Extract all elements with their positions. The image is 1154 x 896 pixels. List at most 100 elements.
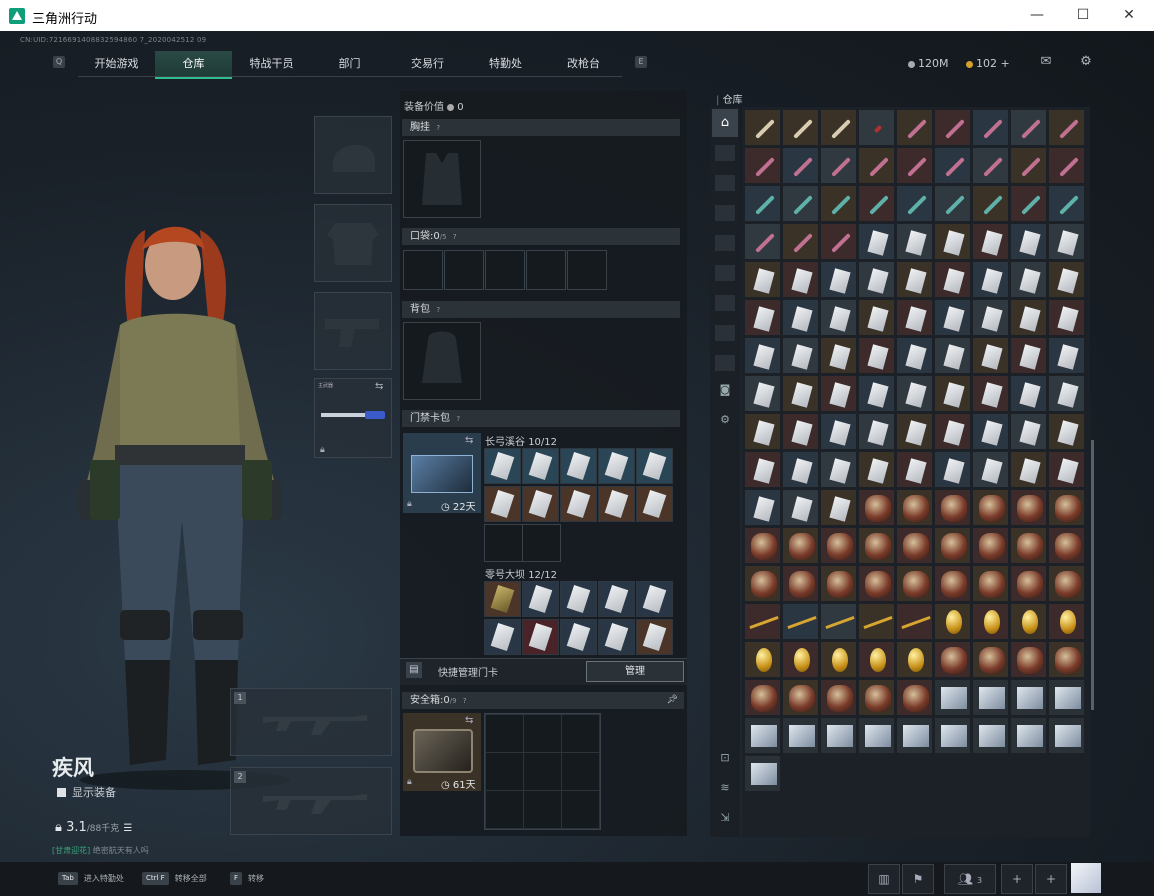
warehouse-item-slot[interactable] <box>1048 527 1085 564</box>
warehouse-item-slot[interactable] <box>896 185 933 222</box>
keycard-slot[interactable] <box>636 448 673 484</box>
keycard-empty-slot[interactable] <box>484 524 523 562</box>
warehouse-item-slot[interactable] <box>1048 413 1085 450</box>
warehouse-item-slot[interactable] <box>934 451 971 488</box>
warehouse-item-slot[interactable] <box>972 451 1009 488</box>
warehouse-item-slot[interactable] <box>820 489 857 526</box>
warehouse-item-slot[interactable] <box>782 375 819 412</box>
warehouse-item-slot[interactable] <box>744 641 781 678</box>
pocket-slot-4[interactable] <box>526 250 566 290</box>
pin-icon[interactable]: 📌︎ <box>667 692 678 709</box>
warehouse-item-slot[interactable] <box>1010 337 1047 374</box>
pocket-slot-5[interactable] <box>567 250 607 290</box>
warehouse-item-slot[interactable] <box>934 147 971 184</box>
warehouse-item-slot[interactable] <box>782 717 819 754</box>
warehouse-item-slot[interactable] <box>1048 451 1085 488</box>
warehouse-item-slot[interactable] <box>744 109 781 146</box>
warehouse-item-slot[interactable] <box>858 565 895 602</box>
keycard-slot[interactable] <box>484 448 521 484</box>
warehouse-item-slot[interactable] <box>972 413 1009 450</box>
hint-transfer-all[interactable]: Ctrl F 转移全部 <box>142 868 207 890</box>
category-tab-icon[interactable] <box>715 205 735 221</box>
keycard-slot[interactable] <box>484 619 521 655</box>
tab-department[interactable]: 部门 <box>311 51 388 77</box>
warehouse-item-slot[interactable] <box>744 755 781 792</box>
tab-trading[interactable]: 交易行 <box>389 51 466 77</box>
warehouse-item-slot[interactable] <box>744 527 781 564</box>
warehouse-item-slot[interactable] <box>972 147 1009 184</box>
tab-gunsmith[interactable]: 改枪台 <box>545 51 622 77</box>
category-tab-icon[interactable] <box>715 325 735 341</box>
warehouse-item-slot[interactable] <box>1010 223 1047 260</box>
warehouse-item-slot[interactable] <box>934 223 971 260</box>
warehouse-item-slot[interactable] <box>896 603 933 640</box>
warehouse-item-slot[interactable] <box>782 413 819 450</box>
chest-rig-slot[interactable] <box>403 140 481 218</box>
warehouse-item-slot[interactable] <box>972 527 1009 564</box>
warehouse-item-slot[interactable] <box>858 679 895 716</box>
warehouse-item-slot[interactable] <box>1048 375 1085 412</box>
warehouse-item-slot[interactable] <box>1010 717 1047 754</box>
warehouse-item-slot[interactable] <box>782 603 819 640</box>
warehouse-item-slot[interactable] <box>744 223 781 260</box>
warehouse-item-slot[interactable] <box>782 451 819 488</box>
warehouse-item-slot[interactable] <box>972 603 1009 640</box>
keycard-slot[interactable] <box>598 619 635 655</box>
keycard-slot[interactable] <box>522 619 559 655</box>
safebox-item[interactable]: ⇆ 🔒︎ ◷ 61天 <box>403 713 481 791</box>
tab-operators[interactable]: 特战干员 <box>233 51 310 77</box>
melee-weapon-slot[interactable]: 主武器 ⇆ 🔒︎ <box>314 378 392 458</box>
warehouse-item-slot[interactable] <box>1048 679 1085 716</box>
warehouse-item-slot[interactable] <box>972 337 1009 374</box>
warehouse-item-slot[interactable] <box>858 223 895 260</box>
warehouse-item-slot[interactable] <box>820 565 857 602</box>
warehouse-item-slot[interactable] <box>782 147 819 184</box>
warehouse-item-slot[interactable] <box>896 109 933 146</box>
pocket-slot-3[interactable] <box>485 250 525 290</box>
warehouse-item-slot[interactable] <box>820 679 857 716</box>
warehouse-item-slot[interactable] <box>1010 147 1047 184</box>
keycard-slot[interactable] <box>598 486 635 522</box>
warehouse-item-slot[interactable] <box>820 527 857 564</box>
warehouse-item-slot[interactable] <box>1048 603 1085 640</box>
tab-special-service[interactable]: 特勤处 <box>467 51 544 77</box>
mail-icon[interactable]: ✉ <box>1038 54 1054 70</box>
warehouse-item-slot[interactable] <box>1010 527 1047 564</box>
warehouse-item-slot[interactable] <box>972 261 1009 298</box>
help-icon[interactable]: ? <box>450 232 460 242</box>
manage-button[interactable]: 管理 <box>586 661 684 682</box>
warehouse-item-slot[interactable] <box>1010 299 1047 336</box>
nav-left-key[interactable]: Q <box>53 56 65 68</box>
hint-transfer[interactable]: F 转移 <box>230 868 264 890</box>
minimize-button[interactable]: — <box>1014 0 1060 31</box>
flag-icon[interactable]: ⚑ <box>902 864 934 894</box>
transfer-icon[interactable]: ⇲ <box>715 811 735 827</box>
keycard-slot[interactable] <box>522 448 559 484</box>
help-icon[interactable]: ? <box>453 414 463 424</box>
keycard-slot[interactable] <box>560 448 597 484</box>
warehouse-item-slot[interactable] <box>1048 299 1085 336</box>
warehouse-item-slot[interactable] <box>744 147 781 184</box>
backpack-slot[interactable] <box>403 322 481 400</box>
warehouse-item-slot[interactable] <box>934 565 971 602</box>
primary-weapon-slot-2[interactable]: 2 <box>230 767 392 835</box>
keycard-slot[interactable] <box>560 619 597 655</box>
warehouse-item-slot[interactable] <box>858 261 895 298</box>
warehouse-item-slot[interactable] <box>1010 565 1047 602</box>
keycard-slot[interactable] <box>522 486 559 522</box>
warehouse-item-slot[interactable] <box>1048 147 1085 184</box>
warehouse-item-slot[interactable] <box>858 185 895 222</box>
warehouse-item-slot[interactable] <box>744 451 781 488</box>
show-gear-checkbox[interactable] <box>57 788 66 797</box>
tab-start-game[interactable]: 开始游戏 <box>78 51 155 77</box>
warehouse-item-slot[interactable] <box>972 717 1009 754</box>
warehouse-item-slot[interactable] <box>820 717 857 754</box>
pocket-slot-2[interactable] <box>444 250 484 290</box>
warehouse-item-slot[interactable] <box>858 527 895 564</box>
pocket-slot-1[interactable] <box>403 250 443 290</box>
warehouse-item-slot[interactable] <box>972 109 1009 146</box>
warehouse-item-slot[interactable] <box>1048 641 1085 678</box>
warehouse-item-slot[interactable] <box>858 603 895 640</box>
warehouse-item-slot[interactable] <box>896 261 933 298</box>
warehouse-item-slot[interactable] <box>972 641 1009 678</box>
